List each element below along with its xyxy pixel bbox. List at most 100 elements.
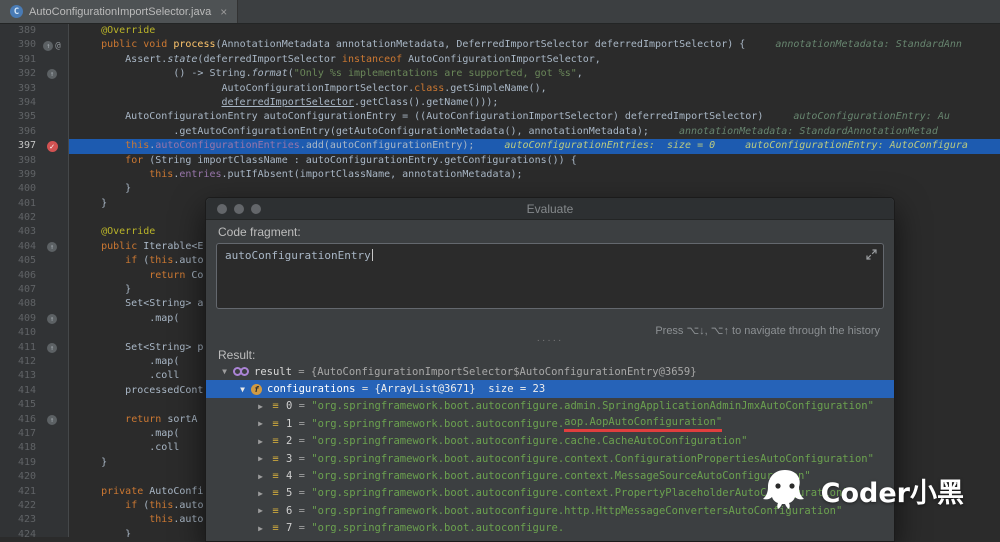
line-number: 398 (17, 154, 36, 166)
expand-arrow-icon[interactable]: ▶ (254, 437, 267, 446)
gutter[interactable]: 405 (0, 254, 69, 269)
code-fragment-input[interactable]: autoConfigurationEntry (216, 243, 884, 309)
tab-autoconfigurationimportselector[interactable]: C AutoConfigurationImportSelector.java × (0, 0, 239, 23)
code-text[interactable]: AutoConfigurationEntry autoConfiguration… (69, 110, 1000, 124)
gutter[interactable]: 424 (0, 527, 69, 537)
gutter[interactable]: 404 ↑ (0, 239, 69, 255)
line-number: 410 (17, 327, 36, 339)
code-line-396[interactable]: 396 .getAutoConfigurationEntry(getAutoCo… (0, 124, 1000, 140)
code-line-394[interactable]: 394 deferredImportSelector.getClass().ge… (0, 95, 1000, 111)
gutter[interactable]: 393 (0, 81, 69, 96)
expand-arrow-icon[interactable]: ▶ (254, 419, 267, 428)
gutter[interactable]: 423 (0, 513, 69, 528)
override-marker-icon: ↑ (47, 342, 57, 353)
gutter[interactable]: 402 (0, 211, 69, 226)
code-text[interactable]: public void process(AnnotationMetadata a… (69, 38, 1000, 52)
gutter[interactable]: 421 (0, 484, 69, 499)
code-line-398[interactable]: 398 for (String importClassName : autoCo… (0, 153, 1000, 168)
code-line-389[interactable]: 389 @Override (0, 24, 1000, 39)
line-number: 394 (17, 96, 36, 108)
code-text[interactable]: .getAutoConfigurationEntry(getAutoConfig… (69, 125, 1000, 139)
gutter[interactable]: 413 (0, 369, 69, 384)
tree-row-configurations[interactable]: ▼ f configurations = {ArrayList@3671} size… (206, 380, 894, 398)
gutter[interactable]: 416 ↑ (0, 412, 69, 427)
expand-arrow-icon[interactable]: ▶ (254, 489, 267, 498)
gutter[interactable]: 389 (0, 24, 69, 39)
list-item-icon: ≡ (272, 400, 279, 413)
gutter[interactable]: 395 (0, 110, 69, 125)
gutter[interactable]: 390 ↑ @ (0, 38, 69, 53)
gutter[interactable]: 398 (0, 153, 69, 168)
gutter[interactable]: 391 (0, 52, 69, 68)
code-line-393[interactable]: 393 AutoConfigurationImportSelector.clas… (0, 81, 1000, 96)
gutter[interactable]: 401 (0, 196, 69, 212)
line-number: 391 (17, 53, 36, 65)
gutter[interactable]: 399 (0, 167, 69, 183)
gutter[interactable]: 403 (0, 225, 69, 240)
gutter[interactable]: 411 ↑ (0, 340, 69, 355)
code-text[interactable]: Assert.state(deferredImportSelector inst… (69, 53, 1000, 67)
list-item-icon: ≡ (272, 435, 279, 448)
line-number: 424 (17, 528, 36, 537)
gutter[interactable]: 394 (0, 95, 69, 111)
code-text[interactable]: AutoConfigurationImportSelector.class.ge… (69, 82, 1000, 96)
breakpoint-icon[interactable]: ✓ (46, 140, 58, 152)
tree-row-item-1[interactable]: ▶ ≡ 1 = "org.springframework.boot.autoconf… (206, 415, 894, 432)
gutter[interactable]: 415 (0, 398, 69, 413)
collection-size: size = 23 (475, 383, 546, 396)
dialog-titlebar[interactable]: Evaluate (206, 198, 894, 220)
line-number: 408 (17, 298, 36, 310)
tree-row-item-7[interactable]: ▶ ≡ 7 = "org.springframework.boot.autoconf… (206, 520, 894, 537)
tree-row-item-2[interactable]: ▶ ≡ 2 = "org.springframework.boot.autoconf… (206, 433, 894, 450)
expand-arrow-icon[interactable]: ▶ (254, 524, 267, 533)
gutter[interactable]: 420 (0, 470, 69, 485)
code-line-390[interactable]: 390 ↑ @ public void process(AnnotationMeta… (0, 38, 1000, 53)
code-line-391[interactable]: 391 Assert.state(deferredImportSelector … (0, 52, 1000, 68)
code-text[interactable]: } (69, 182, 1000, 196)
code-line-399[interactable]: 399 this.entries.putIfAbsent(importClass… (0, 167, 1000, 183)
gutter[interactable]: 406 (0, 268, 69, 284)
gutter[interactable]: 422 (0, 498, 69, 514)
gutter[interactable]: 407 (0, 283, 69, 298)
line-number: 423 (17, 514, 36, 526)
gutter[interactable]: 417 (0, 426, 69, 442)
code-text[interactable]: @Override (69, 24, 1000, 38)
gutter[interactable]: 418 (0, 441, 69, 456)
code-text[interactable]: this.autoConfigurationEntries.add(autoCo… (69, 139, 1000, 154)
gutter[interactable]: 414 (0, 383, 69, 399)
gutter[interactable]: 392 ↑ (0, 67, 69, 82)
tree-row-result[interactable]: ▼ result = {AutoConfigurationImportSelect… (206, 363, 894, 380)
gutter[interactable]: 408 (0, 297, 69, 312)
expand-arrow-icon[interactable]: ▶ (254, 454, 267, 463)
code-text[interactable]: () -> String.format("Only %s implementat… (69, 67, 1000, 81)
code-text[interactable]: this.entries.putIfAbsent(importClassName… (69, 168, 1000, 182)
gutter[interactable]: 396 (0, 124, 69, 140)
gutter[interactable]: 409 ↑ (0, 311, 69, 327)
code-line-392[interactable]: 392 ↑ () -> String.format("Only %s implem… (0, 67, 1000, 82)
tree-row-item-3[interactable]: ▶ ≡ 3 = "org.springframework.boot.autoconf… (206, 450, 894, 467)
tab-title: AutoConfigurationImportSelector.java (29, 5, 212, 18)
gutter[interactable]: 397 ✓ (0, 139, 69, 154)
gutter[interactable]: 410 (0, 326, 69, 341)
expand-arrow-icon[interactable]: ▶ (254, 506, 267, 515)
code-text[interactable]: for (String importClassName : autoConfig… (69, 154, 1000, 168)
tab-close-icon[interactable]: × (220, 5, 227, 19)
gutter[interactable]: 412 (0, 354, 69, 370)
expand-arrow-icon[interactable]: ▶ (254, 402, 267, 411)
expand-arrow-icon[interactable]: ▼ (236, 385, 249, 394)
list-item-icon: ≡ (272, 522, 279, 535)
expand-arrow-icon[interactable]: ▼ (218, 367, 231, 376)
code-text[interactable]: deferredImportSelector.getClass().getNam… (69, 96, 1000, 110)
tree-row-item-0[interactable]: ▶ ≡ 0 = "org.springframework.boot.autoconf… (206, 398, 894, 415)
gutter[interactable]: 419 (0, 455, 69, 471)
expand-arrow-icon[interactable]: ▶ (254, 472, 267, 481)
splitter-handle[interactable]: ····· (206, 336, 894, 346)
code-line-395[interactable]: 395 AutoConfigurationEntry autoConfigura… (0, 110, 1000, 125)
code-line-397[interactable]: 397 ✓ this.autoConfigurationEntries.add(a… (0, 139, 1000, 154)
window-control-dots[interactable] (217, 203, 261, 214)
expand-icon[interactable] (866, 249, 877, 260)
line-number: 399 (17, 168, 36, 180)
gutter[interactable]: 400 (0, 182, 69, 197)
line-number: 402 (17, 212, 36, 224)
code-line-400[interactable]: 400 } (0, 182, 1000, 197)
